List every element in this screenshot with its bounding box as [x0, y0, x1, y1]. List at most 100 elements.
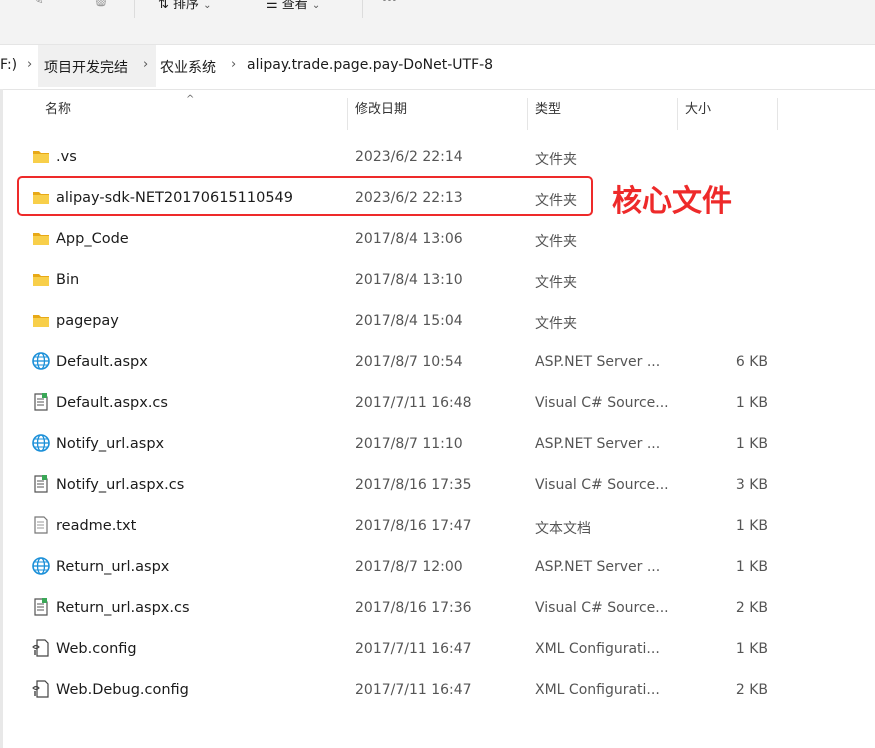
- file-type: Visual C# Source...: [535, 600, 669, 616]
- more-options-button[interactable]: ···: [382, 0, 397, 8]
- nav-pane-edge: [0, 89, 3, 748]
- folder-icon: [33, 233, 49, 245]
- file-date: 2017/8/4 13:06: [355, 231, 463, 247]
- file-type: XML Configurati...: [535, 682, 660, 698]
- file-name: .vs: [56, 149, 77, 165]
- delete-icon[interactable]: 🗑: [92, 0, 112, 12]
- chevron-right-icon[interactable]: ›: [143, 57, 148, 72]
- column-header-date[interactable]: 修改日期: [355, 98, 407, 130]
- file-date: 2017/8/4 13:10: [355, 272, 463, 288]
- file-type: 文件夹: [535, 275, 577, 291]
- file-row[interactable]: Web.config 2017/7/11 16:47 XML Configurati…: [20, 629, 780, 670]
- file-row[interactable]: App_Code 2017/8/4 13:06 文件夹: [20, 219, 780, 260]
- file-name: Return_url.aspx: [56, 559, 170, 575]
- sort-ascending-icon: ^: [186, 94, 195, 105]
- rename-icon[interactable]: ✎: [32, 0, 52, 12]
- file-date: 2017/8/16 17:35: [355, 477, 472, 493]
- file-date: 2017/8/16 17:36: [355, 600, 472, 616]
- config-file-icon: [32, 639, 49, 657]
- chevron-down-icon: ⌄: [311, 0, 321, 11]
- file-row[interactable]: Return_url.aspx.cs 2017/8/16 17:36 Visual …: [20, 588, 780, 629]
- view-icon: ☰: [266, 0, 278, 12]
- annotation-label: 核心文件: [612, 184, 732, 219]
- file-type: 文件夹: [535, 152, 577, 168]
- breadcrumb-item-current[interactable]: alipay.trade.page.pay-DoNet-UTF-8: [247, 57, 493, 73]
- toolbar-divider: [134, 0, 135, 18]
- file-date: 2017/8/7 11:10: [355, 436, 463, 452]
- file-name: readme.txt: [56, 518, 137, 534]
- file-date: 2017/7/11 16:48: [355, 395, 472, 411]
- view-button[interactable]: ☰ 查看 ⌄: [266, 0, 320, 12]
- file-date: 2017/8/4 15:04: [355, 313, 463, 329]
- column-divider[interactable]: [347, 98, 348, 130]
- column-header-name[interactable]: 名称: [45, 98, 71, 130]
- file-row[interactable]: readme.txt 2017/8/16 17:47 文本文档 1 KB: [20, 506, 780, 547]
- file-type: 文本文档: [535, 521, 591, 537]
- file-row[interactable]: Return_url.aspx 2017/8/7 12:00 ASP.NET Ser…: [20, 547, 780, 588]
- file-name: Default.aspx.cs: [56, 395, 168, 411]
- config-file-icon: [32, 680, 49, 698]
- file-name: Notify_url.aspx: [56, 436, 165, 452]
- file-row[interactable]: Default.aspx.cs 2017/7/11 16:48 Visual C# …: [20, 383, 780, 424]
- folder-icon: [33, 274, 49, 286]
- breadcrumb-item-agri[interactable]: 农业系统: [160, 57, 216, 77]
- chevron-right-icon[interactable]: ›: [231, 57, 236, 72]
- sort-icon: ⇅: [158, 0, 169, 12]
- chevron-down-icon: ⌄: [203, 0, 212, 11]
- view-label: 查看: [281, 0, 308, 12]
- file-type: ASP.NET Server ...: [535, 559, 661, 575]
- file-row[interactable]: Notify_url.aspx 2017/8/7 11:10 ASP.NET Ser…: [20, 424, 780, 465]
- csharp-file-icon: [34, 598, 48, 616]
- file-date: 2017/8/7 12:00: [355, 559, 463, 575]
- web-page-icon: [32, 352, 50, 370]
- annotation-highlight-box: [17, 176, 593, 216]
- file-size: 1 KB: [735, 395, 768, 411]
- file-name: Notify_url.aspx.cs: [56, 477, 185, 493]
- breadcrumb-item-project[interactable]: 项目开发完结: [44, 57, 128, 77]
- column-header-size[interactable]: 大小: [685, 98, 711, 130]
- file-size: 3 KB: [735, 477, 768, 493]
- file-date: 2023/6/2 22:14: [355, 149, 463, 165]
- column-divider[interactable]: [527, 98, 528, 130]
- text-file-icon: [34, 516, 48, 534]
- sort-label: 排序: [173, 0, 200, 12]
- file-name: pagepay: [56, 313, 119, 329]
- web-page-icon: [32, 557, 50, 575]
- file-row[interactable]: Notify_url.aspx.cs 2017/8/16 17:35 Visual …: [20, 465, 780, 506]
- file-size: 6 KB: [735, 354, 768, 370]
- breadcrumb[interactable]: F:) › 项目开发完结 › 农业系统 › alipay.trade.page.…: [0, 44, 875, 90]
- file-row[interactable]: pagepay 2017/8/4 15:04 文件夹: [20, 301, 780, 342]
- toolbar-divider: [362, 0, 363, 18]
- column-divider[interactable]: [677, 98, 678, 130]
- file-type: Visual C# Source...: [535, 477, 669, 493]
- csharp-file-icon: [34, 475, 48, 493]
- chevron-right-icon[interactable]: ›: [27, 57, 32, 72]
- file-size: 2 KB: [735, 682, 768, 698]
- file-row[interactable]: Web.Debug.config 2017/7/11 16:47 XML Confi…: [20, 670, 780, 711]
- file-row[interactable]: Bin 2017/8/4 13:10 文件夹: [20, 260, 780, 301]
- file-type: 文件夹: [535, 316, 577, 332]
- file-name: App_Code: [56, 231, 129, 247]
- web-page-icon: [32, 434, 50, 452]
- file-type: 文件夹: [535, 234, 577, 250]
- breadcrumb-drive[interactable]: F:): [0, 57, 17, 73]
- file-row[interactable]: Default.aspx 2017/8/7 10:54 ASP.NET Server…: [20, 342, 780, 383]
- file-type: ASP.NET Server ...: [535, 436, 661, 452]
- file-name: Default.aspx: [56, 354, 148, 370]
- file-date: 2017/7/11 16:47: [355, 682, 472, 698]
- file-type: Visual C# Source...: [535, 395, 669, 411]
- column-divider[interactable]: [777, 98, 778, 130]
- file-size: 2 KB: [735, 600, 768, 616]
- column-header-type[interactable]: 类型: [535, 98, 561, 130]
- file-name: Web.Debug.config: [56, 682, 189, 698]
- folder-icon: [33, 151, 49, 163]
- file-date: 2017/8/7 10:54: [355, 354, 463, 370]
- toolbar-background: [0, 20, 875, 44]
- file-name: Bin: [56, 272, 80, 288]
- command-bar: ✎ 🗑 ⇅ 排序 ⌄ ☰ 查看 ⌄ ···: [0, 0, 875, 20]
- file-row[interactable]: .vs 2023/6/2 22:14 文件夹: [20, 137, 780, 178]
- file-date: 2017/7/11 16:47: [355, 641, 472, 657]
- csharp-file-icon: [34, 393, 48, 411]
- sort-button[interactable]: ⇅ 排序 ⌄: [158, 0, 211, 12]
- file-date: 2017/8/16 17:47: [355, 518, 472, 534]
